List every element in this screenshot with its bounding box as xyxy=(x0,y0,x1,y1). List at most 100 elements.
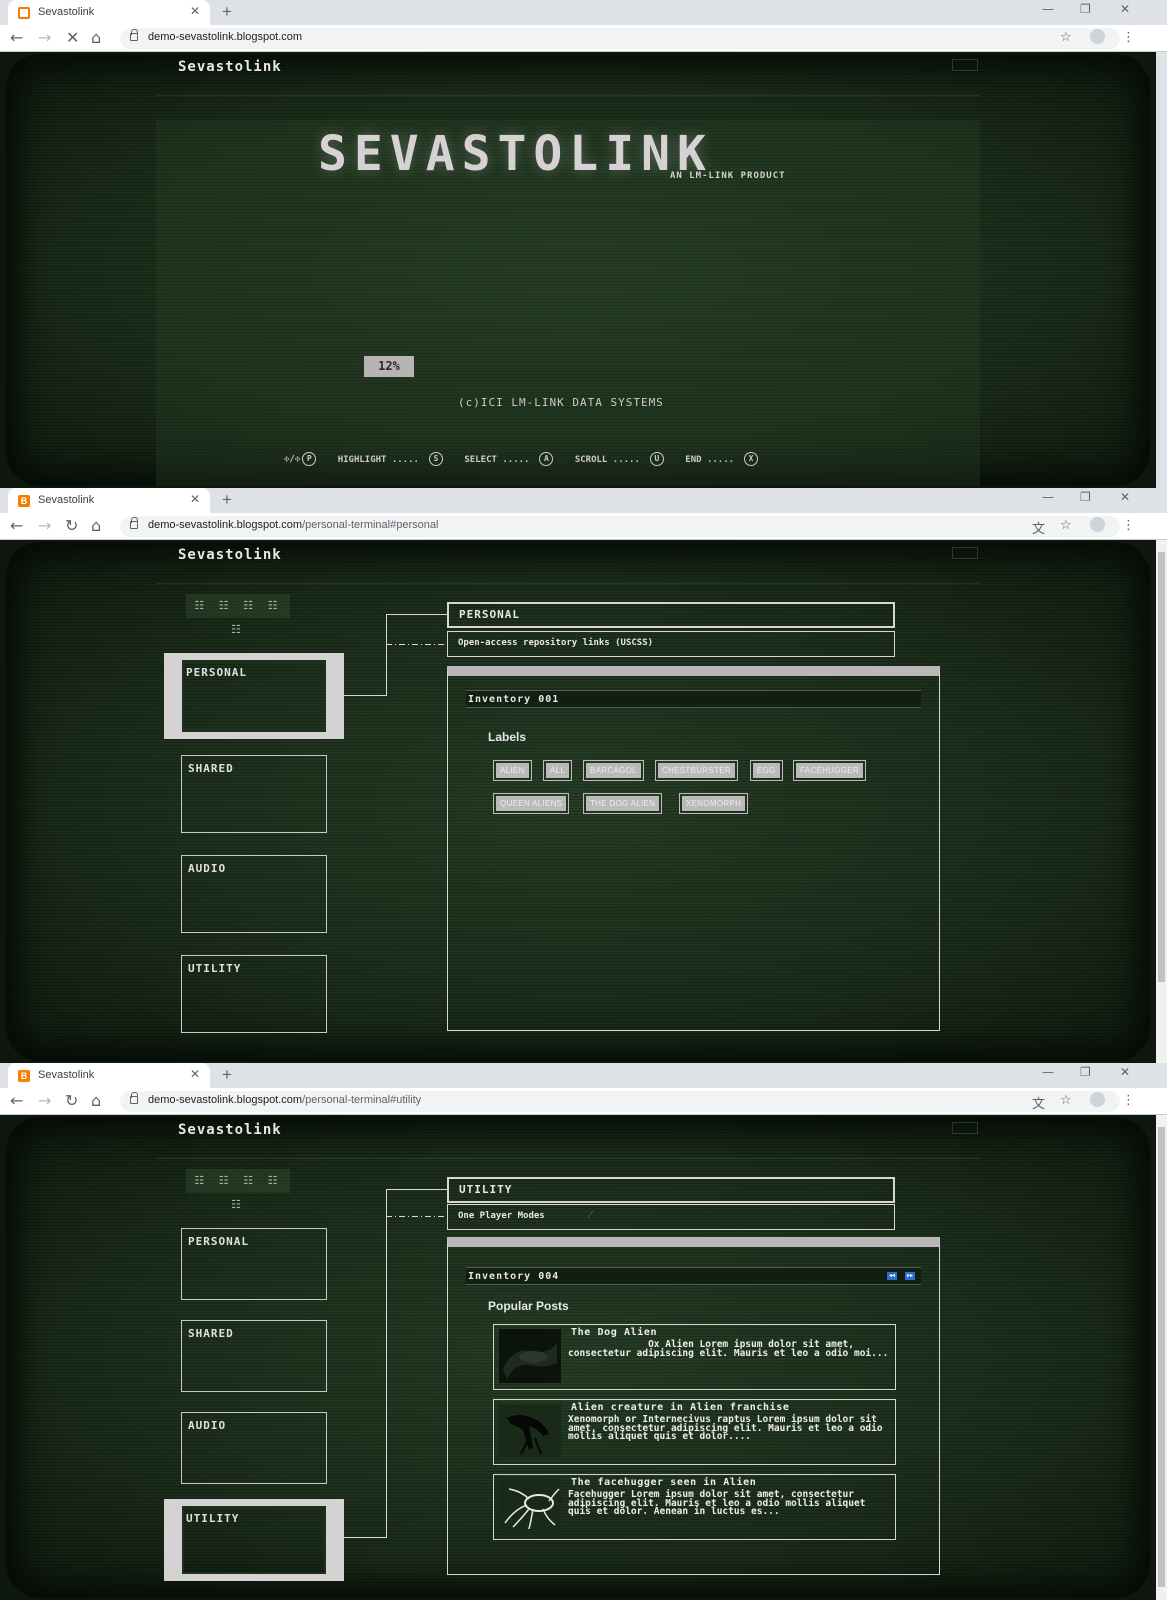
menu-dots-icon[interactable]: ⋮ xyxy=(1122,1093,1135,1108)
tab-title: Sevastolink xyxy=(38,1069,95,1081)
tab-title: Sevastolink xyxy=(38,6,95,18)
close-window-icon[interactable]: ✕ xyxy=(1120,1065,1130,1079)
end-label: END ..... xyxy=(685,454,735,465)
menu-shared[interactable]: SHARED xyxy=(181,755,327,833)
prev-page-icon[interactable]: ◂◂ xyxy=(887,1272,897,1280)
minimize-icon[interactable]: — xyxy=(1042,1065,1054,1079)
stop-icon[interactable]: ✕ xyxy=(66,28,79,47)
home-icon[interactable]: ⌂ xyxy=(91,28,101,47)
browser-tab[interactable]: ◌ Sevastolink ✕ xyxy=(8,0,210,25)
site-viewport: Sevastolink SEVASTOLINK AN LM-LINK PRODU… xyxy=(0,52,1156,488)
menu-audio[interactable]: AUDIO xyxy=(181,1412,327,1484)
minimize-icon[interactable]: — xyxy=(1042,2,1054,16)
restore-icon[interactable]: ❐ xyxy=(1080,490,1091,504)
tab-close-icon[interactable]: ✕ xyxy=(190,4,200,18)
scrollbar-thumb[interactable] xyxy=(1158,1127,1165,1587)
address-bar[interactable]: demo-sevastolink.blogspot.com/personal-t… xyxy=(120,516,1120,537)
popular-post-item[interactable]: Alien creature in Alien franchise Xenomo… xyxy=(493,1399,896,1465)
menu-dots-icon[interactable]: ⋮ xyxy=(1122,518,1135,533)
label-chip[interactable]: EGG xyxy=(750,760,783,781)
site-title[interactable]: Sevastolink xyxy=(178,547,282,563)
reload-icon[interactable]: ↻ xyxy=(65,1091,78,1110)
new-tab-icon[interactable]: + xyxy=(222,490,232,510)
back-icon[interactable]: ← xyxy=(10,516,23,535)
label-chip[interactable]: QUEEN ALIENS xyxy=(493,793,570,814)
menu-personal[interactable]: PERSONAL xyxy=(164,653,344,739)
reload-icon[interactable]: ↻ xyxy=(65,516,78,535)
restore-icon[interactable]: ❐ xyxy=(1080,1065,1091,1079)
label-chip[interactable]: CHESTBURSTER xyxy=(655,760,738,781)
post-title[interactable]: The Dog Alien xyxy=(571,1327,657,1338)
browser-toolbar: ← → ↻ ⌂ demo-sevastolink.blogspot.com/pe… xyxy=(0,513,1167,540)
connector-line xyxy=(386,614,387,696)
back-icon[interactable]: ← xyxy=(10,1091,23,1110)
popular-post-item[interactable]: The Dog Alien Ox Alien Lorem ipsum dolor… xyxy=(493,1324,896,1390)
bookmark-star-icon[interactable]: ☆ xyxy=(1060,30,1072,45)
post-thumbnail[interactable] xyxy=(499,1479,561,1533)
profile-avatar-icon[interactable] xyxy=(1090,517,1105,532)
profile-avatar-icon[interactable] xyxy=(1090,29,1105,44)
post-title[interactable]: The facehugger seen in Alien xyxy=(571,1477,756,1488)
key-a-icon: A xyxy=(539,452,554,466)
menu-shared[interactable]: SHARED xyxy=(181,1320,327,1392)
crt-screen: Sevastolink ☷ ☷ ☷ ☷ ☷ PERSONAL SHARED AU… xyxy=(6,1117,1150,1598)
browser-tab[interactable]: B Sevastolink ✕ xyxy=(8,488,210,513)
crt-screen: Sevastolink SEVASTOLINK AN LM-LINK PRODU… xyxy=(6,54,1150,486)
section-description-box: One Player Modes ⁄ xyxy=(447,1204,895,1230)
close-window-icon[interactable]: ✕ xyxy=(1120,490,1130,504)
menu-utility[interactable]: UTILITY xyxy=(181,955,327,1033)
post-thumbnail[interactable] xyxy=(499,1404,561,1458)
address-bar[interactable]: demo-sevastolink.blogspot.com ☆ xyxy=(120,28,1120,49)
scrollbar-thumb[interactable] xyxy=(1158,552,1165,982)
forward-icon[interactable]: → xyxy=(38,28,51,47)
page-scrollbar[interactable] xyxy=(1156,540,1167,1063)
site-title[interactable]: Sevastolink xyxy=(178,1122,282,1138)
forward-icon[interactable]: → xyxy=(38,516,51,535)
post-title[interactable]: Alien creature in Alien franchise xyxy=(571,1402,789,1413)
translate-icon[interactable]: 文 xyxy=(1032,1093,1045,1112)
label-chip[interactable]: ALIEN xyxy=(493,760,532,781)
boot-tagline: AN LM-LINK PRODUCT xyxy=(670,171,786,181)
new-tab-icon[interactable]: + xyxy=(222,2,232,22)
move-arrows-icon: ✣/✣ xyxy=(284,454,301,465)
menu-personal[interactable]: PERSONAL xyxy=(181,1228,327,1300)
bookmark-star-icon[interactable]: ☆ xyxy=(1060,518,1072,533)
label-chip[interactable]: ALL xyxy=(543,760,573,781)
profile-avatar-icon[interactable] xyxy=(1090,1092,1105,1107)
highlight-label: HIGHLIGHT ..... xyxy=(337,454,419,465)
label-chip[interactable]: THE DOG ALIEN xyxy=(583,793,663,814)
popular-posts-heading: Popular Posts xyxy=(488,1299,569,1313)
tab-strip: B Sevastolink ✕ + — ❐ ✕ xyxy=(0,1063,1167,1088)
back-icon[interactable]: ← xyxy=(10,28,23,47)
next-page-icon[interactable]: ▸▸ xyxy=(905,1272,915,1280)
home-icon[interactable]: ⌂ xyxy=(91,1091,101,1110)
forward-icon[interactable]: → xyxy=(38,1091,51,1110)
home-icon[interactable]: ⌂ xyxy=(91,516,101,535)
menu-dots-icon[interactable]: ⋮ xyxy=(1122,30,1135,45)
tab-close-icon[interactable]: ✕ xyxy=(190,1067,200,1081)
header-widget xyxy=(952,547,978,559)
close-window-icon[interactable]: ✕ xyxy=(1120,2,1130,16)
post-thumbnail[interactable] xyxy=(499,1329,561,1383)
browser-window-boot: ◌ Sevastolink ✕ + — ❐ ✕ ← → ✕ ⌂ demo-sev… xyxy=(0,0,1167,488)
lock-icon xyxy=(130,29,138,41)
address-bar[interactable]: demo-sevastolink.blogspot.com/personal-t… xyxy=(120,1091,1120,1112)
menu-utility[interactable]: UTILITY xyxy=(164,1499,344,1581)
terminal-tab-nav[interactable]: ☷ ☷ ☷ ☷ ☷ xyxy=(186,1169,290,1211)
terminal-tab-nav[interactable]: ☷ ☷ ☷ ☷ ☷ xyxy=(186,594,290,636)
site-title[interactable]: Sevastolink xyxy=(178,59,282,75)
tab-close-icon[interactable]: ✕ xyxy=(190,492,200,506)
popular-post-item[interactable]: The facehugger seen in Alien Facehugger … xyxy=(493,1474,896,1540)
restore-icon[interactable]: ❐ xyxy=(1080,2,1091,16)
minimize-icon[interactable]: — xyxy=(1042,490,1054,504)
loading-favicon-icon: ◌ xyxy=(18,7,30,19)
label-chip[interactable]: XENOMORPH xyxy=(679,793,749,814)
page-scrollbar[interactable] xyxy=(1156,1115,1167,1600)
label-chip[interactable]: FACEHUGGER xyxy=(793,760,867,781)
browser-tab[interactable]: B Sevastolink ✕ xyxy=(8,1063,210,1088)
bookmark-star-icon[interactable]: ☆ xyxy=(1060,1093,1072,1108)
translate-icon[interactable]: 文 xyxy=(1032,518,1045,537)
menu-audio[interactable]: AUDIO xyxy=(181,855,327,933)
new-tab-icon[interactable]: + xyxy=(222,1065,232,1085)
label-chip[interactable]: BARCAGOL xyxy=(583,760,644,781)
